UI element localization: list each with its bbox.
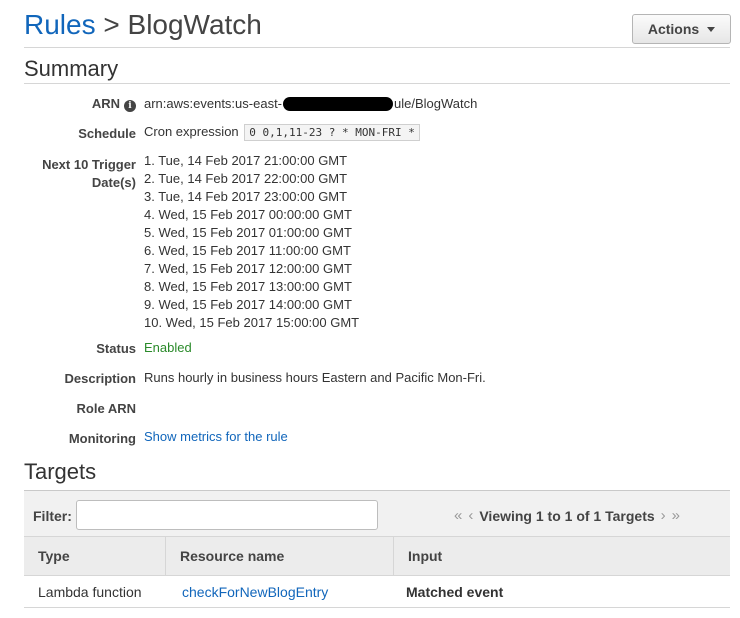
breadcrumb-rules-link[interactable]: Rules <box>24 9 96 40</box>
trigger-dates-list: 1. Tue, 14 Feb 2017 21:00:00 GMT 2. Tue,… <box>144 152 359 332</box>
trigger-label-line2: Date(s) <box>91 175 136 190</box>
rule-name-title: BlogWatch <box>127 9 262 40</box>
trigger-date: 7. Wed, 15 Feb 2017 12:00:00 GMT <box>144 261 352 276</box>
description-value: Runs hourly in business hours Eastern an… <box>144 370 486 385</box>
previous-page-icon[interactable]: ‹ <box>468 507 473 524</box>
next-page-icon[interactable]: › <box>661 507 666 524</box>
role-arn-label: Role ARN <box>76 401 136 416</box>
cron-expression: 0 0,1,11-23 ? * MON-FRI * <box>244 124 420 141</box>
trigger-date: 4. Wed, 15 Feb 2017 00:00:00 GMT <box>144 207 352 222</box>
column-header-resource-name[interactable]: Resource name <box>166 537 394 576</box>
trigger-date: 5. Wed, 15 Feb 2017 01:00:00 GMT <box>144 225 352 240</box>
breadcrumb-separator: > <box>103 9 120 40</box>
schedule-value: Cron expression 0 0,1,11-23 ? * MON-FRI … <box>144 124 420 141</box>
last-page-icon[interactable]: » <box>672 507 680 524</box>
pager-text: Viewing 1 to 1 of 1 Targets <box>479 507 655 524</box>
chevron-down-icon <box>707 26 716 32</box>
trigger-date: 6. Wed, 15 Feb 2017 11:00:00 GMT <box>144 243 351 258</box>
trigger-date: 9. Wed, 15 Feb 2017 14:00:00 GMT <box>144 297 352 312</box>
status-badge: Enabled <box>144 340 192 355</box>
targets-table: Filter: « ‹ Viewing 1 to 1 of 1 Targets … <box>24 490 730 608</box>
trigger-date: 3. Tue, 14 Feb 2017 23:00:00 GMT <box>144 189 348 204</box>
trigger-date: 8. Wed, 15 Feb 2017 13:00:00 GMT <box>144 279 352 294</box>
actions-label: Actions <box>647 21 700 37</box>
actions-dropdown-button[interactable]: Actions <box>632 14 731 44</box>
monitoring-label: Monitoring <box>68 431 136 446</box>
filter-bar: Filter: « ‹ Viewing 1 to 1 of 1 Targets … <box>24 491 730 537</box>
trigger-date: 2. Tue, 14 Feb 2017 22:00:00 GMT <box>144 171 348 186</box>
summary-heading: Summary <box>24 56 119 81</box>
column-header-type[interactable]: Type <box>24 537 166 576</box>
table-row[interactable]: Lambda function checkForNewBlogEntry Mat… <box>24 576 730 608</box>
description-label: Description <box>64 371 136 386</box>
arn-suffix: ule/BlogWatch <box>394 96 478 111</box>
show-metrics-link[interactable]: Show metrics for the rule <box>144 429 288 444</box>
page-title: Rules > BlogWatch <box>24 9 262 41</box>
summary-divider <box>24 83 730 84</box>
redaction-mark <box>283 97 394 111</box>
target-resource-link[interactable]: checkForNewBlogEntry <box>168 576 328 608</box>
arn-value: arn:aws:events:us-east-ule/BlogWatch <box>144 96 477 111</box>
targets-heading: Targets <box>24 459 97 484</box>
filter-label: Filter: <box>33 508 72 524</box>
trigger-label-line1: Next 10 Trigger <box>42 157 136 172</box>
header-divider <box>24 47 730 48</box>
arn-label-text: ARN <box>91 96 120 111</box>
arn-label: ARN i <box>0 96 136 112</box>
arn-prefix: arn:aws:events:us-east- <box>144 96 283 111</box>
first-page-icon[interactable]: « <box>454 507 462 524</box>
pagination: « ‹ Viewing 1 to 1 of 1 Targets › » <box>454 507 680 524</box>
target-input: Matched event <box>406 584 504 600</box>
trigger-date: 1. Tue, 14 Feb 2017 21:00:00 GMT <box>144 153 348 168</box>
target-type: Lambda function <box>38 584 142 600</box>
schedule-type: Cron expression <box>144 124 239 139</box>
trigger-dates-label: Next 10 Trigger Date(s) <box>0 156 136 192</box>
filter-input[interactable] <box>76 500 378 530</box>
trigger-date: 10. Wed, 15 Feb 2017 15:00:00 GMT <box>144 315 360 330</box>
schedule-label: Schedule <box>78 126 136 141</box>
info-icon[interactable]: i <box>124 100 136 112</box>
column-header-input[interactable]: Input <box>394 537 730 576</box>
monitoring-value: Show metrics for the rule <box>144 429 288 444</box>
status-label: Status <box>96 341 136 356</box>
table-header: Type Resource name Input <box>24 537 730 576</box>
